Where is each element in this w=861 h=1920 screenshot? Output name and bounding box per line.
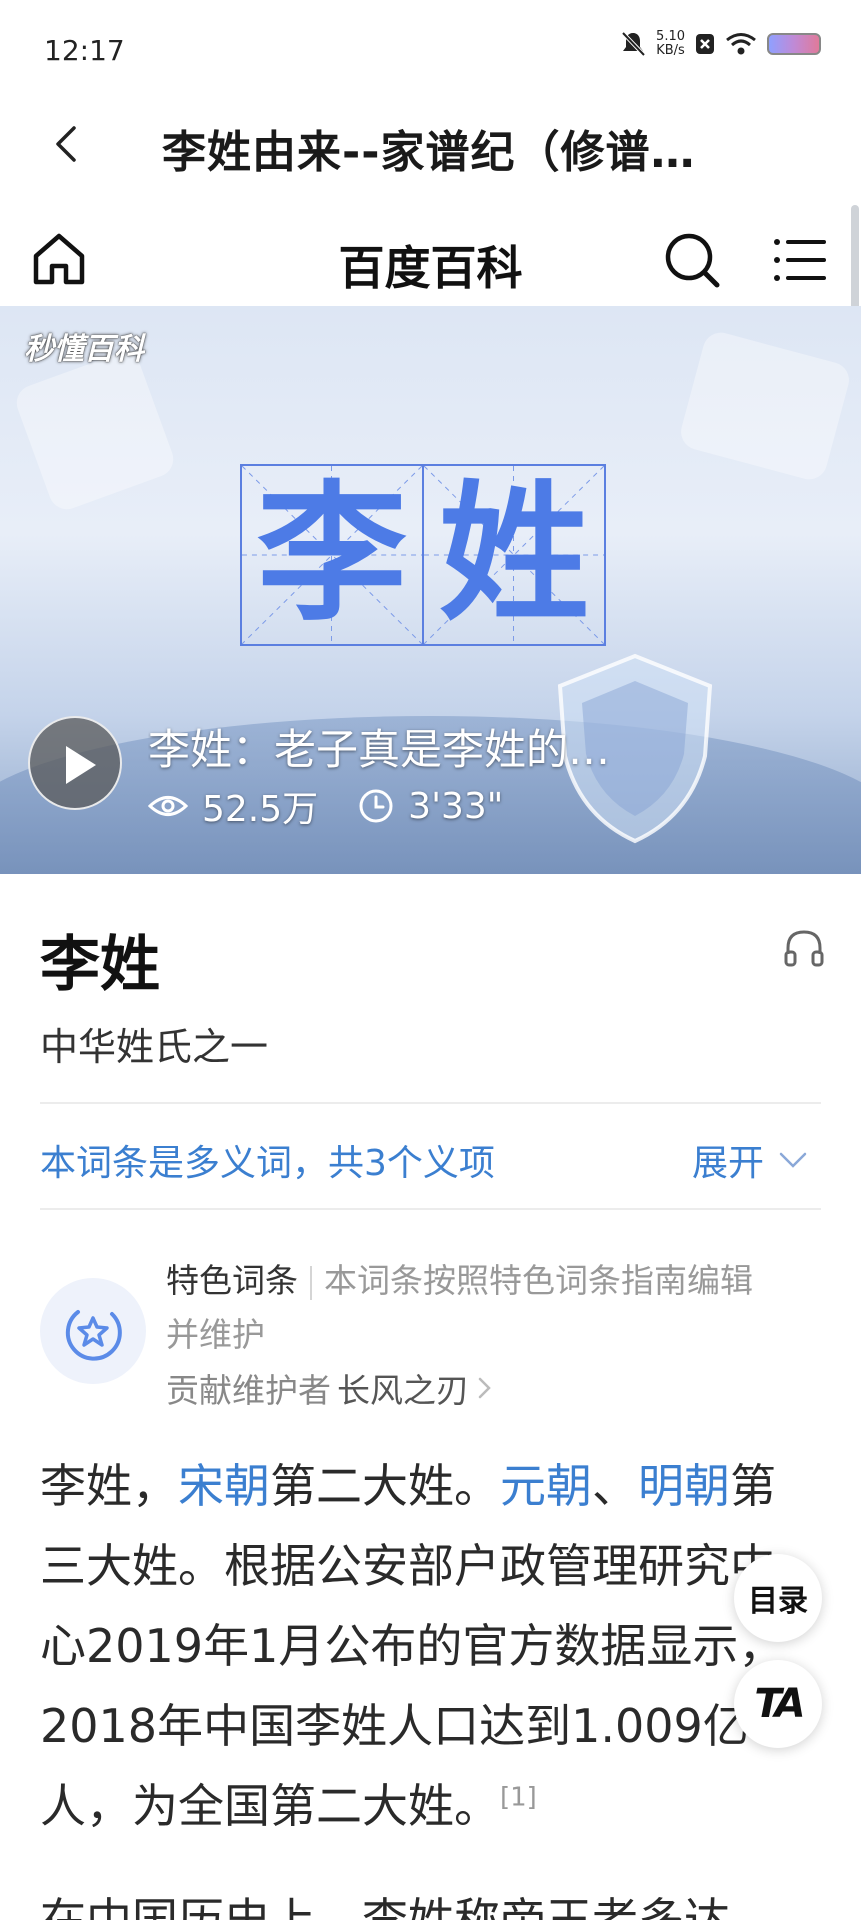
video-duration: 3'33"	[408, 785, 504, 827]
text-run: 李姓，	[40, 1459, 178, 1513]
chevron-down-icon	[779, 1152, 807, 1168]
sim-blocked-icon	[696, 34, 714, 54]
baike-header: 百度百科	[0, 210, 861, 306]
contributor-prefix: 贡献维护者	[166, 1371, 331, 1410]
divider	[40, 1102, 821, 1104]
featured-line: 特色词条 本词条按照特色词条指南编辑	[166, 1254, 753, 1302]
polysemy-note[interactable]: 本词条是多义词，共3个义项	[40, 1134, 495, 1186]
entry-title: 李姓	[40, 930, 160, 1000]
link-ming-dynasty[interactable]: 明朝	[638, 1459, 730, 1513]
contributor-name: 长风之刃	[337, 1371, 469, 1410]
title-bar: 李姓由来--家谱纪（修谱…	[0, 96, 861, 200]
entry-subtitle: 中华姓氏之一	[40, 1025, 269, 1069]
eye-icon	[148, 796, 188, 816]
article-body: 李姓，宋朝第二大姓。元朝、明朝第三大姓。根据公安部户政管理研究中心2019年1月…	[40, 1446, 821, 1920]
separator	[310, 1265, 312, 1300]
banner-char-2: 姓	[438, 468, 589, 642]
text-run: 第三大姓。根据公安部户政管理研究中心2019年1月公布的官方数据显示，2018年…	[40, 1459, 785, 1833]
battery-icon	[767, 33, 821, 55]
text-run: 、	[592, 1459, 638, 1513]
article-paragraph: 在中国历史上，李姓称帝王者多达	[40, 1893, 730, 1920]
grid-cell-1: 李	[242, 466, 424, 644]
status-time: 12:17	[44, 34, 125, 67]
headphone-icon[interactable]	[782, 926, 826, 970]
page-title: 李姓由来--家谱纪（修谱…	[162, 127, 696, 178]
expand-label: 展开	[692, 1143, 765, 1184]
featured-label: 特色词条	[166, 1261, 298, 1300]
play-button[interactable]	[28, 716, 122, 810]
star-badge-icon	[65, 1310, 122, 1361]
decor-card-right	[677, 328, 853, 484]
expand-button[interactable]: 展开	[692, 1134, 808, 1186]
wifi-icon	[726, 33, 756, 55]
decor-card-left	[11, 347, 179, 515]
net-speed-unit: KB/s	[656, 43, 685, 58]
toc-button[interactable]: 目录	[734, 1554, 822, 1642]
featured-description-cont: 并维护	[166, 1315, 265, 1354]
net-speed-value: 5.10	[656, 29, 685, 44]
menu-button[interactable]	[772, 232, 828, 288]
video-title: 李姓：老子真是李姓的…	[148, 725, 611, 774]
back-button[interactable]	[44, 120, 92, 168]
view-count: 52.5万	[202, 789, 319, 830]
text-run: 第二大姓。	[270, 1459, 500, 1513]
status-bar: 12:17 5.10 KB/s	[0, 0, 861, 96]
reference-marker[interactable]: [1]	[500, 1783, 537, 1813]
banner-char-1: 李	[256, 468, 407, 642]
baike-title: 百度百科	[338, 241, 523, 295]
miaodong-logo: 秒懂百科	[24, 332, 144, 367]
featured-badge	[40, 1278, 146, 1384]
divider	[40, 1208, 821, 1210]
mute-icon	[621, 31, 646, 57]
character-grid: 李 姓	[240, 464, 606, 646]
article-paragraph: 李姓，宋朝第二大姓。元朝、明朝第三大姓。根据公安部户政管理研究中心2019年1月…	[40, 1446, 821, 1846]
link-yuan-dynasty[interactable]: 元朝	[500, 1459, 592, 1513]
status-icons: 5.10 KB/s	[620, 30, 821, 58]
featured-description: 本词条按照特色词条指南编辑	[324, 1261, 753, 1300]
chevron-right-icon	[478, 1377, 491, 1399]
grid-cell-2: 姓	[424, 466, 604, 644]
page: 12:17 5.10 KB/s 李姓由来--家谱纪（修谱… 百度百科 秒懂百科 …	[0, 0, 861, 1920]
search-button[interactable]	[662, 230, 722, 290]
clock-icon	[359, 789, 393, 823]
font-size-button[interactable]: TA	[734, 1660, 822, 1748]
contributor-link[interactable]: 贡献维护者 长风之刃	[166, 1364, 495, 1412]
net-speed: 5.10 KB/s	[656, 30, 685, 58]
link-song-dynasty[interactable]: 宋朝	[178, 1459, 270, 1513]
video-banner[interactable]: 秒懂百科 李 姓 李姓：老子真是李姓的… 52.5万 3'33"	[0, 306, 861, 874]
video-meta: 52.5万 3'33"	[148, 780, 503, 832]
